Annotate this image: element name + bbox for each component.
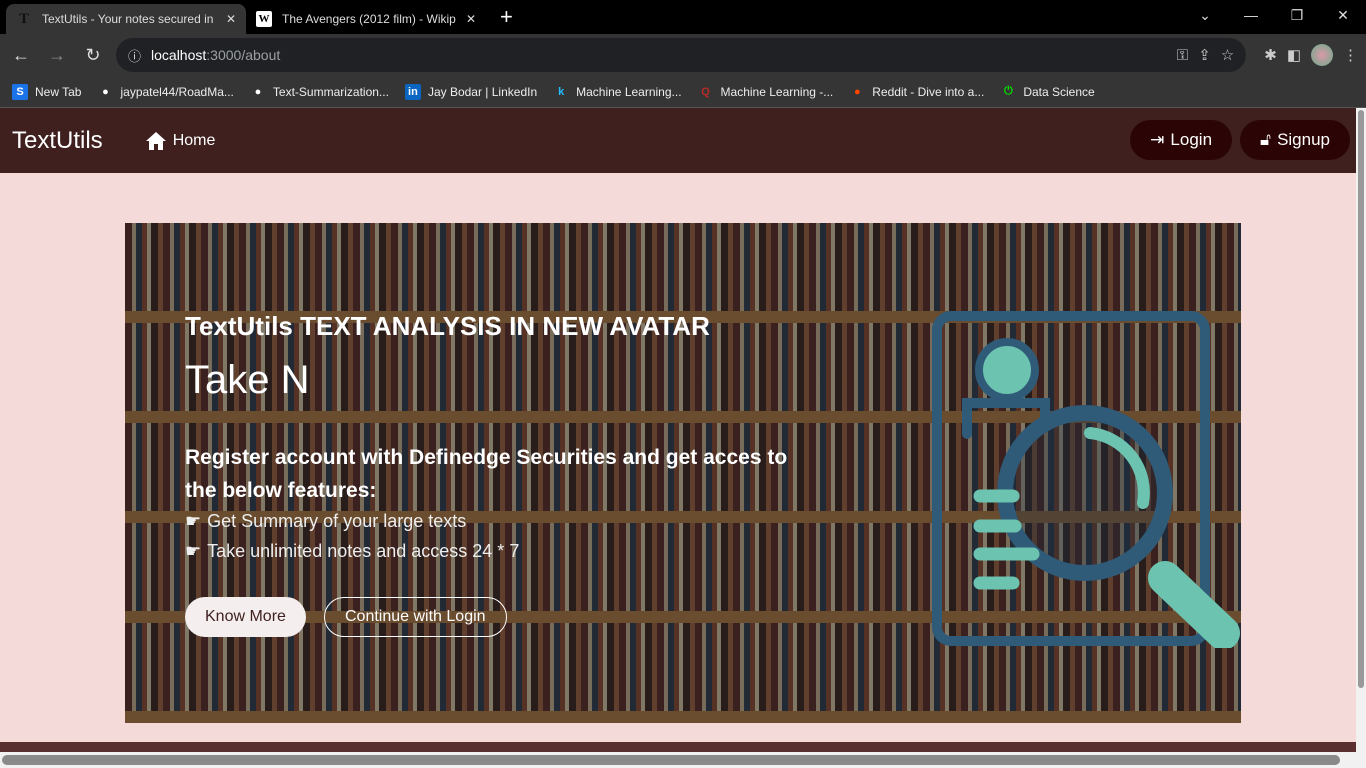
reddit-icon: ● bbox=[853, 85, 861, 98]
hero-typed-text: Take N bbox=[185, 358, 310, 402]
browser-toolbar: ← → ↻ ⓘ localhost:3000/about ⚿ ⇪ ☆ ✱ ◧ ⋮ bbox=[0, 34, 1366, 76]
github-icon: ● bbox=[254, 85, 262, 98]
bookmark-item[interactable]: ● Reddit - Dive into a... bbox=[849, 84, 984, 100]
url-host: localhost bbox=[151, 47, 207, 63]
side-panel-icon[interactable]: ◧ bbox=[1287, 46, 1301, 64]
horizontal-scrollbar[interactable] bbox=[0, 752, 1366, 768]
bookmark-favicon-icon: in bbox=[404, 83, 421, 100]
reload-icon[interactable]: ↻ bbox=[80, 45, 106, 66]
bookmark-favicon-icon: S bbox=[12, 83, 28, 100]
bookmark-label: New Tab bbox=[35, 84, 82, 99]
signup-label: Signup bbox=[1277, 130, 1330, 149]
back-icon[interactable]: ← bbox=[8, 45, 34, 66]
feature-text: Take unlimited notes and access 24 * 7 bbox=[207, 541, 520, 561]
login-label: Login bbox=[1170, 130, 1213, 149]
bookmark-label: jaypatel44/RoadMa... bbox=[120, 84, 234, 99]
bookmark-favicon-icon: k bbox=[558, 85, 565, 98]
site-navbar: TextUtils Home ⇥ Login 🔓︎ Signup bbox=[0, 108, 1366, 173]
bookmark-label: Reddit - Dive into a... bbox=[872, 84, 985, 99]
power-icon: ⏻ bbox=[1003, 85, 1013, 97]
tab-title: The Avengers (2012 film) - Wikipedia bbox=[282, 12, 456, 26]
wikipedia-favicon-icon: W bbox=[256, 11, 272, 27]
close-tab-icon[interactable]: ✕ bbox=[226, 12, 236, 26]
star-icon[interactable]: ☆ bbox=[1221, 46, 1234, 64]
nav-home-label: Home bbox=[172, 131, 216, 149]
tab-strip: T TextUtils - Your notes secured in the … bbox=[0, 0, 1366, 34]
forward-icon[interactable]: → bbox=[44, 45, 70, 66]
hero-banner: TextUtils TEXT ANALYSIS IN NEW AVATAR Ta… bbox=[125, 223, 1241, 723]
minimize-icon[interactable]: — bbox=[1228, 0, 1274, 30]
tab-avengers[interactable]: W The Avengers (2012 film) - Wikipedia ✕ bbox=[246, 4, 486, 34]
bookmark-item[interactable]: S New Tab bbox=[12, 83, 82, 100]
login-icon: ⇥ bbox=[1150, 130, 1165, 149]
hero-heading: TextUtils TEXT ANALYSIS IN NEW AVATAR bbox=[185, 311, 710, 341]
bookmark-label: Jay Bodar | LinkedIn bbox=[427, 84, 538, 99]
tab-title: TextUtils - Your notes secured in the bbox=[42, 12, 216, 26]
bookmark-label: Machine Learning... bbox=[576, 84, 682, 99]
bookmark-item[interactable]: ⏻ Data Science bbox=[1000, 84, 1095, 100]
unlock-icon: 🔓︎ bbox=[1260, 130, 1272, 149]
bookmark-label: Data Science bbox=[1023, 84, 1095, 99]
address-bar[interactable]: ⓘ localhost:3000/about ⚿ ⇪ ☆ bbox=[116, 38, 1247, 72]
home-icon bbox=[145, 131, 166, 150]
bookmark-label: Text-Summarization... bbox=[272, 84, 389, 99]
page-footer bbox=[0, 742, 1356, 752]
profile-avatar[interactable] bbox=[1311, 44, 1333, 66]
bookmark-label: Machine Learning -... bbox=[720, 84, 834, 99]
thumbs-point-icon: ☛ bbox=[185, 541, 202, 561]
thumbs-point-icon: ☛ bbox=[185, 511, 202, 531]
feature-item: ☛ Take unlimited notes and access 24 * 7 bbox=[185, 541, 519, 562]
feature-item: ☛ Get Summary of your large texts bbox=[185, 511, 466, 532]
bookmark-item[interactable]: Q Machine Learning -... bbox=[698, 84, 834, 100]
nav-home[interactable]: Home bbox=[145, 131, 216, 151]
feature-text: Get Summary of your large texts bbox=[207, 511, 467, 531]
continue-with-login-button[interactable]: Continue with Login bbox=[324, 597, 507, 637]
bookmarks-bar: S New Tab ● jaypatel44/RoadMa... ● Text-Summa… bbox=[0, 76, 1366, 108]
brand-logo[interactable]: TextUtils bbox=[12, 127, 103, 155]
vertical-scrollbar[interactable] bbox=[1356, 108, 1366, 752]
restore-icon[interactable]: ❐ bbox=[1274, 0, 1320, 30]
bookmark-item[interactable]: ● jaypatel44/RoadMa... bbox=[97, 84, 234, 100]
url-path: :3000/about bbox=[206, 47, 281, 63]
close-tab-icon[interactable]: ✕ bbox=[466, 12, 476, 26]
login-button[interactable]: ⇥ Login bbox=[1130, 120, 1233, 160]
textutils-favicon-icon: T bbox=[16, 11, 32, 27]
hero-paragraph: Register account with Definedge Securiti… bbox=[185, 446, 788, 502]
bookmark-item[interactable]: ● Text-Summarization... bbox=[250, 84, 389, 100]
know-more-button[interactable]: Know More bbox=[185, 597, 306, 637]
share-icon[interactable]: ⇪ bbox=[1198, 46, 1211, 64]
menu-icon[interactable]: ⋮ bbox=[1343, 46, 1358, 64]
tab-textutils[interactable]: T TextUtils - Your notes secured in the … bbox=[6, 4, 246, 34]
close-window-icon[interactable]: ✕ bbox=[1320, 0, 1366, 30]
tab-search-icon[interactable]: ⌄ bbox=[1182, 0, 1228, 30]
signup-button[interactable]: 🔓︎ Signup bbox=[1240, 120, 1350, 160]
bookmark-item[interactable]: k Machine Learning... bbox=[553, 84, 681, 100]
document-search-illustration-icon bbox=[932, 311, 1240, 648]
extensions-icon[interactable]: ✱ bbox=[1264, 46, 1277, 64]
github-icon: ● bbox=[102, 85, 109, 98]
bookmark-favicon-icon: Q bbox=[701, 85, 710, 98]
bookmark-item[interactable]: in Jay Bodar | LinkedIn bbox=[404, 83, 538, 100]
info-icon[interactable]: ⓘ bbox=[128, 46, 141, 65]
key-icon[interactable]: ⚿ bbox=[1177, 47, 1188, 64]
new-tab-button[interactable]: + bbox=[500, 4, 513, 30]
